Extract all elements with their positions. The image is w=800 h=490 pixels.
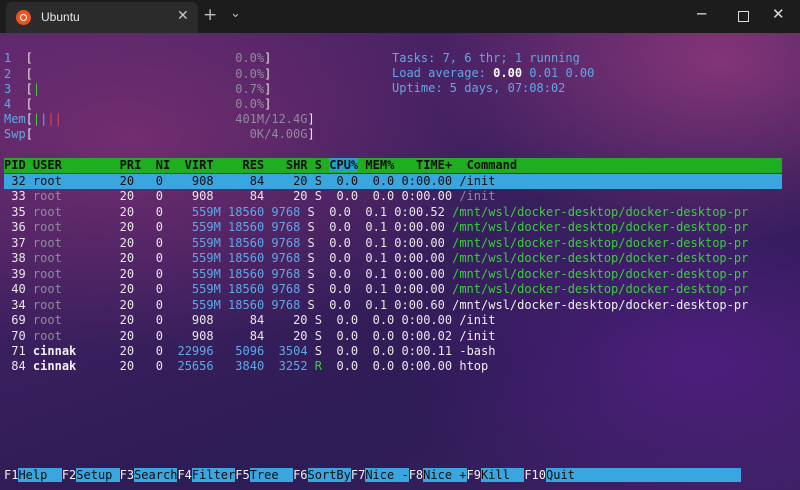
title-bar: Ubuntu ✕ + ⌄ ─ ✕ bbox=[0, 0, 800, 33]
table-row[interactable]: 34 root 20 0 559M 18560 9768 S 0.0 0.1 0… bbox=[4, 298, 748, 313]
f8-nice-plus-button[interactable]: F8Nice + bbox=[409, 468, 467, 482]
tab-title: Ubuntu bbox=[41, 10, 80, 24]
f7-nice-minus-button[interactable]: F7Nice - bbox=[351, 468, 409, 482]
plus-icon[interactable]: + bbox=[203, 5, 217, 25]
tab-ubuntu[interactable]: Ubuntu ✕ bbox=[6, 2, 198, 33]
table-row[interactable]: 39 root 20 0 559M 18560 9768 S 0.0 0.1 0… bbox=[4, 267, 748, 282]
f10-quit-button[interactable]: F10Quit bbox=[524, 468, 742, 482]
ubuntu-icon bbox=[16, 10, 31, 25]
chevron-down-icon[interactable]: ⌄ bbox=[230, 6, 241, 21]
column-headers[interactable]: PID USER PRI NI VIRT RES SHR S CPU% MEM%… bbox=[4, 158, 517, 173]
load-average: Load average: 0.00 0.01 0.00 bbox=[392, 66, 595, 80]
table-row[interactable]: 40 root 20 0 559M 18560 9768 S 0.0 0.1 0… bbox=[4, 282, 748, 297]
cpu-meter-3: 3 [| 0.7%] bbox=[4, 82, 272, 96]
f4-filter-button[interactable]: F4Filter bbox=[177, 468, 236, 482]
function-key-bar: F1Help F2Setup F3SearchF4FilterF5Tree F6… bbox=[4, 468, 742, 483]
uptime: Uptime: 5 days, 07:08:02 bbox=[392, 81, 566, 95]
f3-search-button[interactable]: F3Search bbox=[120, 468, 178, 482]
table-row[interactable]: 32 root 20 0 908 84 20 S 0.0 0.0 0:00.00… bbox=[4, 174, 495, 189]
memory-meter: Mem[|||| 401M/12.4G] bbox=[4, 112, 315, 126]
cpu-meter-4: 4 [ 0.0%] bbox=[4, 97, 272, 111]
table-row[interactable]: 84 cinnak 20 0 25656 3840 3252 R 0.0 0.0… bbox=[4, 359, 488, 374]
table-row[interactable]: 38 root 20 0 559M 18560 9768 S 0.0 0.1 0… bbox=[4, 251, 748, 266]
f2-setup-button[interactable]: F2Setup bbox=[62, 468, 120, 482]
table-row[interactable]: 33 root 20 0 908 84 20 S 0.0 0.0 0:00.00… bbox=[4, 189, 495, 204]
swap-meter: Swp[ 0K/4.00G] bbox=[4, 127, 315, 141]
minimize-icon[interactable]: ─ bbox=[697, 5, 706, 23]
maximize-icon[interactable] bbox=[738, 11, 749, 22]
f6-sortby-button[interactable]: F6SortBy bbox=[293, 468, 351, 482]
table-row[interactable]: 35 root 20 0 559M 18560 9768 S 0.0 0.1 0… bbox=[4, 205, 748, 220]
table-row[interactable]: 37 root 20 0 559M 18560 9768 S 0.0 0.1 0… bbox=[4, 236, 748, 251]
f1-help-button[interactable]: F1Help bbox=[4, 468, 62, 482]
table-row[interactable]: 69 root 20 0 908 84 20 S 0.0 0.0 0:00.00… bbox=[4, 313, 495, 328]
tasks-summary: Tasks: 7, 6 thr; 1 running bbox=[392, 51, 580, 65]
table-row[interactable]: 36 root 20 0 559M 18560 9768 S 0.0 0.1 0… bbox=[4, 220, 748, 235]
close-icon[interactable]: ✕ bbox=[772, 5, 785, 23]
table-row[interactable]: 70 root 20 0 908 84 20 S 0.0 0.0 0:00.02… bbox=[4, 329, 495, 344]
cpu-meter-2: 2 [ 0.0%] bbox=[4, 67, 272, 81]
close-tab-icon[interactable]: ✕ bbox=[177, 8, 189, 24]
f9-kill-button[interactable]: F9Kill bbox=[467, 468, 525, 482]
table-row[interactable]: 71 cinnak 20 0 22996 5096 3504 S 0.0 0.0… bbox=[4, 344, 495, 359]
cpu-meter-1: 1 [ 0.0%] bbox=[4, 51, 272, 65]
f5-tree-button[interactable]: F5Tree bbox=[235, 468, 294, 482]
